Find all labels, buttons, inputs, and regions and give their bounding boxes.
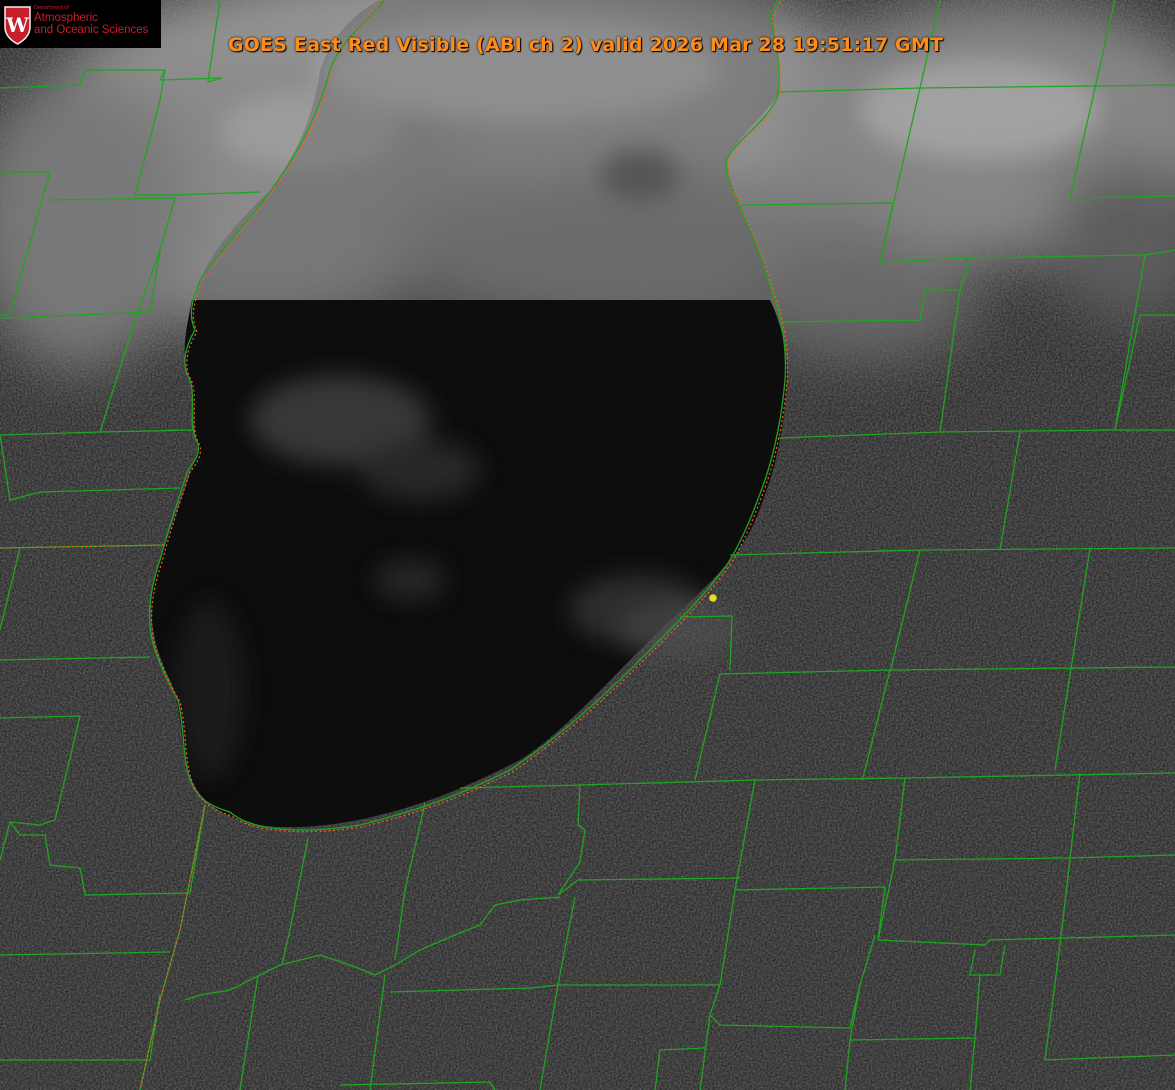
- image-title-text: GOES East Red Visible (ABI ch 2) valid 2…: [227, 34, 944, 56]
- logo-line-2: and Oceanic Sciences: [34, 24, 149, 36]
- satellite-viewer: GOES East Red Visible (ABI ch 2) valid 2…: [0, 0, 1175, 1090]
- logo-text: Department of Atmospheric and Oceanic Sc…: [34, 5, 149, 37]
- satellite-map: [0, 0, 1175, 1090]
- logo-line-1: Atmospheric: [34, 11, 98, 24]
- image-title: GOES East Red Visible (ABI ch 2) valid 2…: [0, 34, 1175, 56]
- university-crest-icon: W: [4, 6, 31, 45]
- location-marker[interactable]: [709, 594, 717, 602]
- department-logo[interactable]: W Department of Atmospheric and Oceanic …: [0, 0, 161, 48]
- crest-letter: W: [5, 13, 29, 37]
- logo-department: Department of: [34, 5, 69, 11]
